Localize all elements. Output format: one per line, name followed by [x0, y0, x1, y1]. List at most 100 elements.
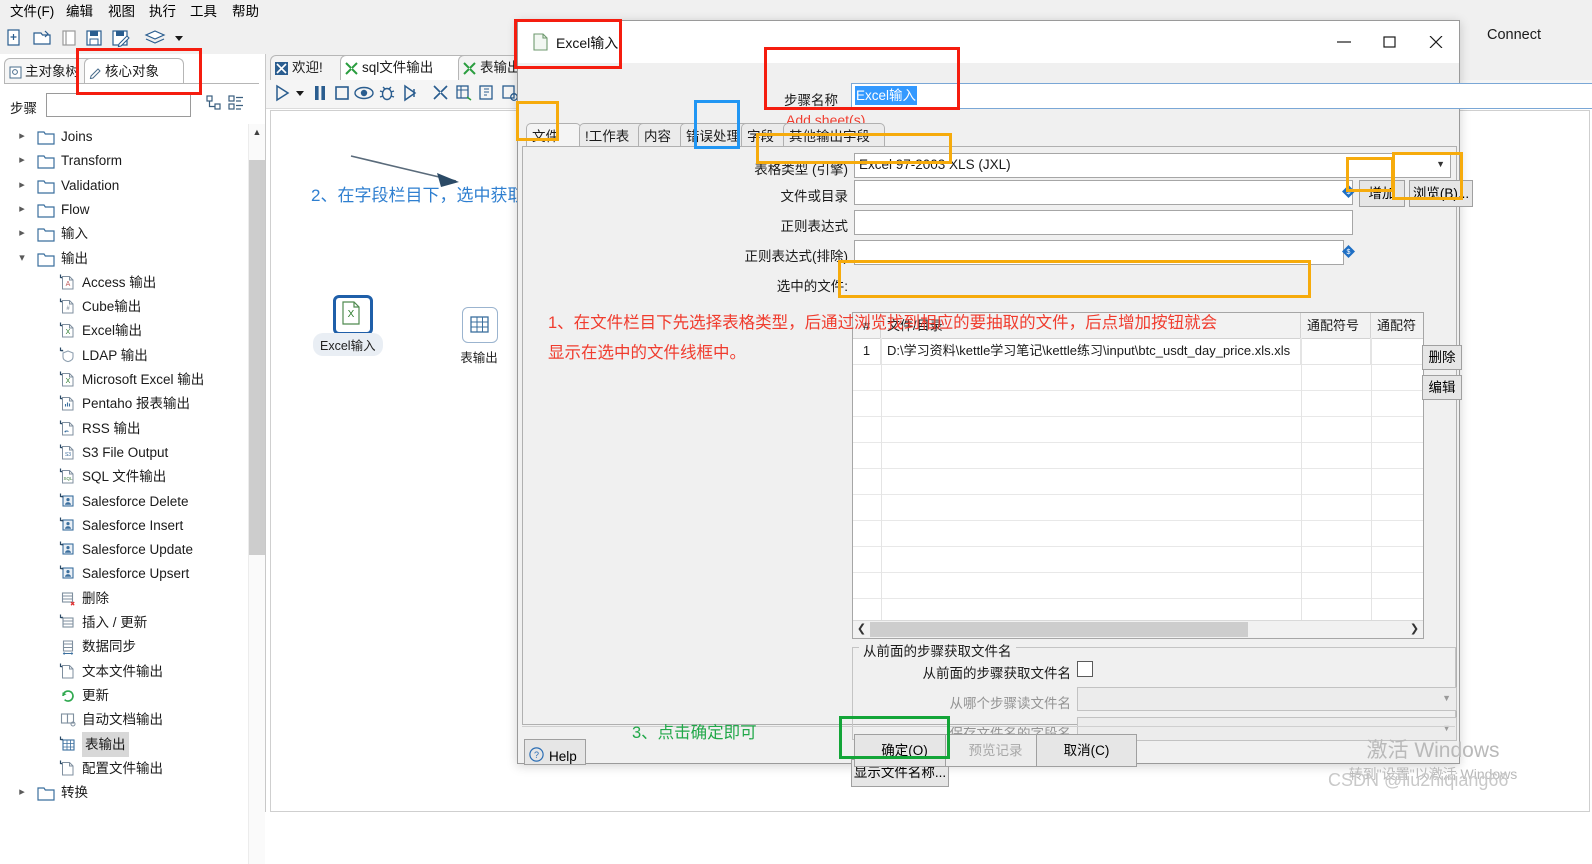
- save-as-icon[interactable]: [110, 28, 132, 50]
- tree-folder[interactable]: ▸ 输入: [1, 221, 248, 246]
- tree-step-item[interactable]: SQL SQL 文件输出: [1, 464, 248, 489]
- menu-item-view[interactable]: 视图: [104, 2, 139, 22]
- scroll-left-icon[interactable]: ❮: [853, 621, 870, 638]
- canvas-step-table-output[interactable]: [462, 307, 498, 343]
- tree-step-item[interactable]: 表输出: [1, 731, 248, 757]
- menu-item-help[interactable]: 帮助: [228, 2, 263, 22]
- tree-step-item[interactable]: Salesforce Insert: [1, 513, 248, 538]
- table-empty-row[interactable]: [853, 416, 1423, 443]
- chevron-right-icon[interactable]: ▸: [15, 221, 29, 246]
- sheet-type-combo[interactable]: Excel 97-2003 XLS (JXL) ▼: [854, 153, 1451, 178]
- run-dropdown-caret-icon[interactable]: [294, 83, 306, 105]
- tree-step-item[interactable]: # Cube输出: [1, 294, 248, 319]
- variable-icon[interactable]: $: [1342, 245, 1355, 258]
- tree-step-item[interactable]: Salesforce Update: [1, 537, 248, 562]
- table-empty-row[interactable]: [853, 390, 1423, 417]
- sidebar-tab-core-objects[interactable]: 核心对象: [84, 58, 184, 84]
- regexp-exclude-input[interactable]: [854, 240, 1344, 265]
- tree-folder[interactable]: ▾ 输出: [1, 246, 248, 271]
- scroll-up-icon[interactable]: ▲: [249, 124, 265, 140]
- tree-step-item[interactable]: LDAP 输出: [1, 343, 248, 368]
- ok-button[interactable]: 确定(O): [854, 734, 955, 767]
- tab-sql-file-output[interactable]: sql文件输出: [340, 55, 472, 80]
- tree-step-item[interactable]: Pentaho 报表输出: [1, 391, 248, 416]
- step-name-input[interactable]: Excel输入: [851, 83, 1592, 109]
- add-file-button[interactable]: 增加: [1359, 180, 1405, 207]
- tree-step-item[interactable]: 插入 / 更新: [1, 610, 248, 635]
- expand-all-icon[interactable]: [205, 95, 225, 113]
- cell-wildcard[interactable]: [1301, 338, 1371, 364]
- scrollbar-thumb[interactable]: [870, 622, 1248, 637]
- run-icon[interactable]: [272, 83, 294, 105]
- menu-item-run[interactable]: 执行: [145, 2, 180, 22]
- steps-tree[interactable]: ▸ Joins ▸ Transform ▸ Validation ▸ Flow ▸ 输入 ▾ 输出 A A…: [1, 124, 248, 864]
- table-empty-row[interactable]: [853, 494, 1423, 521]
- tree-step-item[interactable]: RSS 输出: [1, 416, 248, 441]
- connect-button[interactable]: Connect: [1487, 27, 1541, 43]
- canvas-step-excel-input[interactable]: X: [333, 295, 373, 335]
- file-or-directory-input[interactable]: [854, 180, 1353, 205]
- step-search-input[interactable]: [46, 93, 191, 117]
- tree-folder[interactable]: ▸ Validation: [1, 173, 248, 198]
- chevron-right-icon[interactable]: ▸: [15, 148, 29, 173]
- tree-step-item[interactable]: A Access 输出: [1, 270, 248, 295]
- table-horizontal-scrollbar[interactable]: ❮ ❯: [853, 620, 1423, 638]
- table-empty-row[interactable]: [853, 572, 1423, 599]
- edit-file-button[interactable]: 编辑: [1422, 375, 1462, 400]
- menu-item-tools[interactable]: 工具: [186, 2, 221, 22]
- stop-icon[interactable]: [332, 83, 354, 105]
- layers-icon[interactable]: [143, 28, 169, 50]
- close-icon[interactable]: [1413, 21, 1459, 63]
- table-empty-row[interactable]: [853, 442, 1423, 469]
- chevron-down-icon[interactable]: ▼: [1436, 159, 1445, 169]
- dropdown-caret-icon[interactable]: [172, 28, 186, 50]
- cell-wildcard2[interactable]: [1371, 338, 1423, 364]
- cancel-button[interactable]: 取消(C): [1036, 734, 1137, 767]
- regexp-input[interactable]: [854, 210, 1353, 235]
- tree-step-item[interactable]: X Excel输出: [1, 318, 248, 343]
- chevron-right-icon[interactable]: ▸: [15, 197, 29, 222]
- explorer-icon[interactable]: [59, 28, 81, 50]
- tree-step-item[interactable]: 文本文件输出: [1, 659, 248, 684]
- variable-icon[interactable]: $: [1342, 185, 1355, 198]
- sidebar-scrollbar[interactable]: ▲: [248, 124, 265, 864]
- pause-icon[interactable]: [310, 83, 332, 105]
- column-header-wildcard[interactable]: 通配符号: [1301, 313, 1371, 338]
- chevron-right-icon[interactable]: ▸: [15, 780, 29, 805]
- tree-folder[interactable]: ▸ Joins: [1, 124, 248, 149]
- tree-step-item[interactable]: 数据同步: [1, 634, 248, 659]
- chevron-right-icon[interactable]: ▸: [15, 124, 29, 149]
- preview-icon[interactable]: [354, 83, 376, 105]
- table-empty-row[interactable]: [853, 468, 1423, 495]
- open-file-icon[interactable]: [32, 28, 54, 50]
- replay-icon[interactable]: [400, 83, 422, 105]
- delete-file-button[interactable]: 删除: [1422, 345, 1462, 370]
- accept-filenames-checkbox[interactable]: [1077, 661, 1093, 677]
- table-empty-row[interactable]: [853, 546, 1423, 573]
- column-header-wildcard2[interactable]: 通配符: [1371, 313, 1423, 338]
- scrollbar-thumb[interactable]: [249, 160, 265, 555]
- tree-folder[interactable]: ▸ Flow: [1, 197, 248, 222]
- chevron-down-icon[interactable]: ▼: [1442, 723, 1451, 733]
- chevron-down-icon[interactable]: ▾: [15, 246, 29, 271]
- transformation-icon[interactable]: [431, 83, 453, 105]
- new-file-icon[interactable]: [4, 28, 26, 50]
- table-empty-row[interactable]: [853, 364, 1423, 391]
- menu-item-file[interactable]: 文件(F): [6, 2, 58, 22]
- debug-icon[interactable]: [377, 83, 399, 105]
- tree-step-item[interactable]: Salesforce Upsert: [1, 561, 248, 586]
- maximize-icon[interactable]: [1367, 21, 1413, 63]
- menu-item-edit[interactable]: 编辑: [62, 2, 97, 22]
- save-icon[interactable]: [84, 28, 106, 50]
- preview-records-button[interactable]: 预览记录: [945, 734, 1046, 767]
- chevron-down-icon[interactable]: ▼: [1442, 693, 1451, 703]
- minimize-icon[interactable]: [1321, 21, 1367, 63]
- tree-step-item[interactable]: X Microsoft Excel 输出: [1, 367, 248, 392]
- tree-step-item[interactable]: 更新: [1, 683, 248, 708]
- source-step-combo[interactable]: ▼: [1077, 687, 1457, 711]
- tree-step-item[interactable]: 删除: [1, 586, 248, 611]
- chevron-right-icon[interactable]: ▸: [15, 173, 29, 198]
- tree-step-item[interactable]: 自动文档输出: [1, 707, 248, 732]
- table-empty-row[interactable]: [853, 520, 1423, 547]
- help-button[interactable]: ? Help: [524, 739, 586, 765]
